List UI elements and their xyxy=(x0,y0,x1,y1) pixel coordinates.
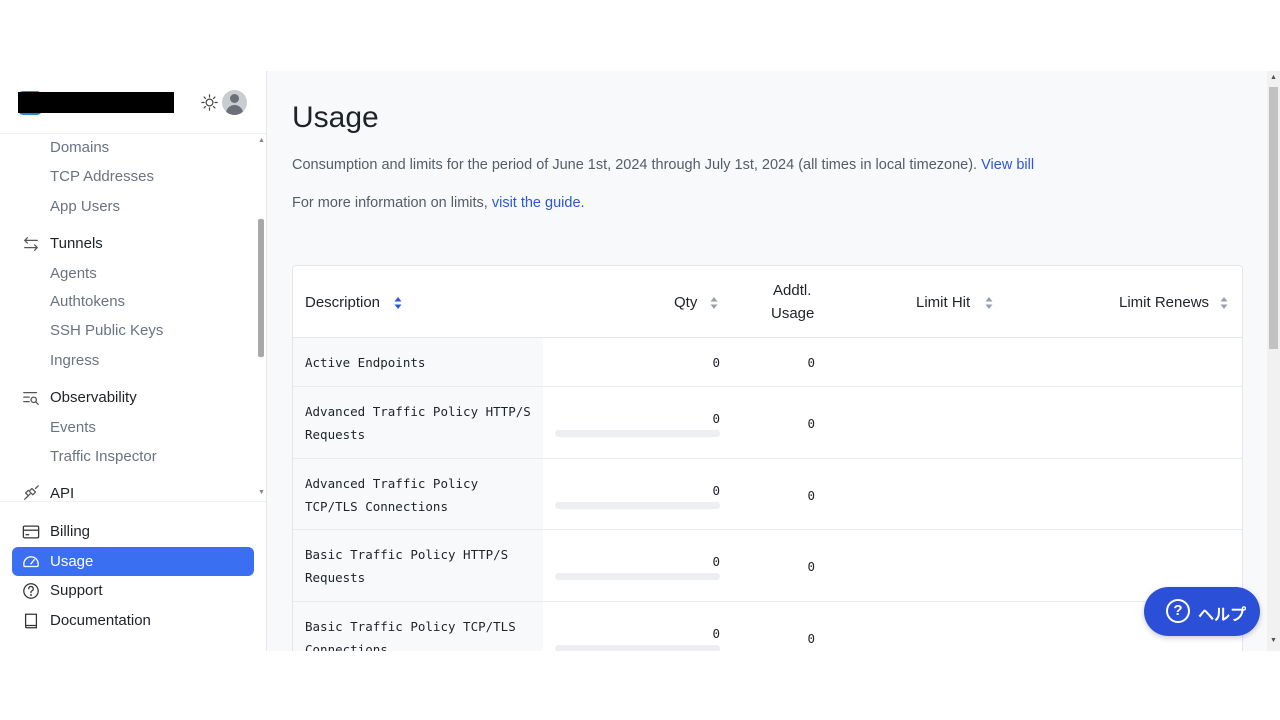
row-description-line2: TCP/TLS Connections xyxy=(305,499,448,514)
help-button-label: ヘルプ xyxy=(1198,607,1247,624)
row-qty: 0 xyxy=(712,626,720,641)
sidebar-item-documentation[interactable]: Documentation xyxy=(12,606,254,635)
row-qty: 0 xyxy=(712,554,720,569)
row-addtl-usage: 0 xyxy=(807,631,815,646)
user-avatar[interactable] xyxy=(222,90,247,115)
row-description: Active Endpoints xyxy=(305,355,426,370)
api-plug-icon xyxy=(24,485,39,500)
table-row: Advanced Traffic Policy TCP/TLS Connecti… xyxy=(293,459,1242,530)
sidebar-item-billing[interactable]: Billing xyxy=(12,517,254,546)
row-qty: 0 xyxy=(712,411,720,426)
sidebar: Domains TCP Addresses App Users Tunnels … xyxy=(0,71,267,651)
sidebar-item-events[interactable]: Events xyxy=(50,419,96,436)
sidebar-scroll-up-arrow[interactable]: ▲ xyxy=(258,137,265,144)
redacted-account-name xyxy=(18,92,174,113)
arrows-swap-icon xyxy=(24,237,38,251)
row-description: Basic Traffic Policy TCP/TLS xyxy=(305,619,516,634)
scroll-down-arrow[interactable]: ▼ xyxy=(1270,637,1277,644)
row-addtl-usage: 0 xyxy=(807,416,815,431)
help-circle-icon xyxy=(23,583,39,599)
scroll-up-arrow[interactable]: ▲ xyxy=(1270,74,1277,81)
table-row: Basic Traffic Policy TCP/TLS Connections… xyxy=(293,602,1242,651)
book-icon xyxy=(24,613,38,629)
sidebar-item-label: Billing xyxy=(50,523,91,540)
row-description: Basic Traffic Policy HTTP/S xyxy=(305,547,509,562)
page-title: Usage xyxy=(292,101,379,134)
page-scrollbar[interactable]: ▲ ▼ xyxy=(1267,71,1280,651)
row-qty: 0 xyxy=(712,355,720,370)
question-icon: ? xyxy=(1166,599,1190,623)
limits-info: For more information on limits, visit th… xyxy=(292,195,585,211)
visit-guide-link[interactable]: visit the guide. xyxy=(492,195,585,211)
sidebar-item-observability[interactable]: Observability xyxy=(50,389,137,406)
row-description-line2: Requests xyxy=(305,427,366,442)
help-button[interactable]: ? ヘルプ xyxy=(1144,587,1260,636)
sidebar-item-agents[interactable]: Agents xyxy=(50,265,97,282)
sidebar-item-usage[interactable]: Usage xyxy=(12,547,254,576)
sidebar-item-label: Support xyxy=(50,582,103,599)
sort-icon xyxy=(985,297,993,309)
sidebar-item-label: Usage xyxy=(50,553,94,570)
row-addtl-usage: 0 xyxy=(807,488,815,503)
sidebar-scroll-down-arrow[interactable]: ▼ xyxy=(258,489,265,496)
sidebar-bottom-nav: Billing Usage Support Documentation xyxy=(0,501,266,651)
sort-icon xyxy=(1220,297,1228,309)
usage-progress-bar xyxy=(555,645,720,651)
theme-toggle-sun-icon[interactable] xyxy=(201,94,218,111)
row-description-line2: Requests xyxy=(305,570,366,585)
sort-icon xyxy=(710,297,718,309)
page-scrollbar-thumb[interactable] xyxy=(1269,87,1278,349)
view-bill-link[interactable]: View bill xyxy=(981,157,1034,173)
app-frame: Domains TCP Addresses App Users Tunnels … xyxy=(0,71,1280,651)
sidebar-item-domains[interactable]: Domains xyxy=(50,139,109,156)
sort-ascending-icon xyxy=(394,297,402,309)
sidebar-item-api[interactable]: API xyxy=(50,485,74,500)
period-text: Consumption and limits for the period of… xyxy=(292,157,978,173)
sidebar-nav-scroll: Domains TCP Addresses App Users Tunnels … xyxy=(0,135,266,500)
sidebar-item-app-users[interactable]: App Users xyxy=(50,198,120,215)
sidebar-header xyxy=(0,71,266,134)
usage-table: Description Qty Addtl. Usage Limit Hit L… xyxy=(292,265,1243,651)
billing-card-icon xyxy=(22,525,40,539)
table-row: Basic Traffic Policy HTTP/S Requests 0 0 xyxy=(293,530,1242,602)
row-qty: 0 xyxy=(712,483,720,498)
sidebar-scrollbar-thumb[interactable] xyxy=(258,219,264,357)
sidebar-item-ingress[interactable]: Ingress xyxy=(50,352,99,369)
sidebar-item-traffic-inspector[interactable]: Traffic Inspector xyxy=(50,448,157,465)
sidebar-item-tcp-addresses[interactable]: TCP Addresses xyxy=(50,168,154,185)
row-addtl-usage: 0 xyxy=(807,559,815,574)
table-row: Advanced Traffic Policy HTTP/S Requests … xyxy=(293,387,1242,459)
sidebar-item-tunnels[interactable]: Tunnels xyxy=(50,235,103,252)
main-content: Usage Consumption and limits for the per… xyxy=(267,71,1267,651)
row-description: Advanced Traffic Policy xyxy=(305,476,479,491)
sidebar-item-authtokens[interactable]: Authtokens xyxy=(50,293,125,310)
row-addtl-usage: 0 xyxy=(807,355,815,370)
row-description-line2: Connections xyxy=(305,642,388,651)
sidebar-item-ssh-public-keys[interactable]: SSH Public Keys xyxy=(50,322,163,339)
usage-progress-bar xyxy=(555,573,720,580)
table-row: Active Endpoints 0 0 xyxy=(293,338,1242,387)
row-description: Advanced Traffic Policy HTTP/S xyxy=(305,404,531,419)
observability-icon xyxy=(23,391,39,405)
usage-progress-bar xyxy=(555,430,720,437)
usage-progress-bar xyxy=(555,502,720,509)
sidebar-item-label: Documentation xyxy=(50,612,151,629)
gauge-icon xyxy=(23,556,39,568)
period-description: Consumption and limits for the period of… xyxy=(292,157,1034,173)
sidebar-item-support[interactable]: Support xyxy=(12,576,254,605)
limits-info-text: For more information on limits, xyxy=(292,195,488,211)
